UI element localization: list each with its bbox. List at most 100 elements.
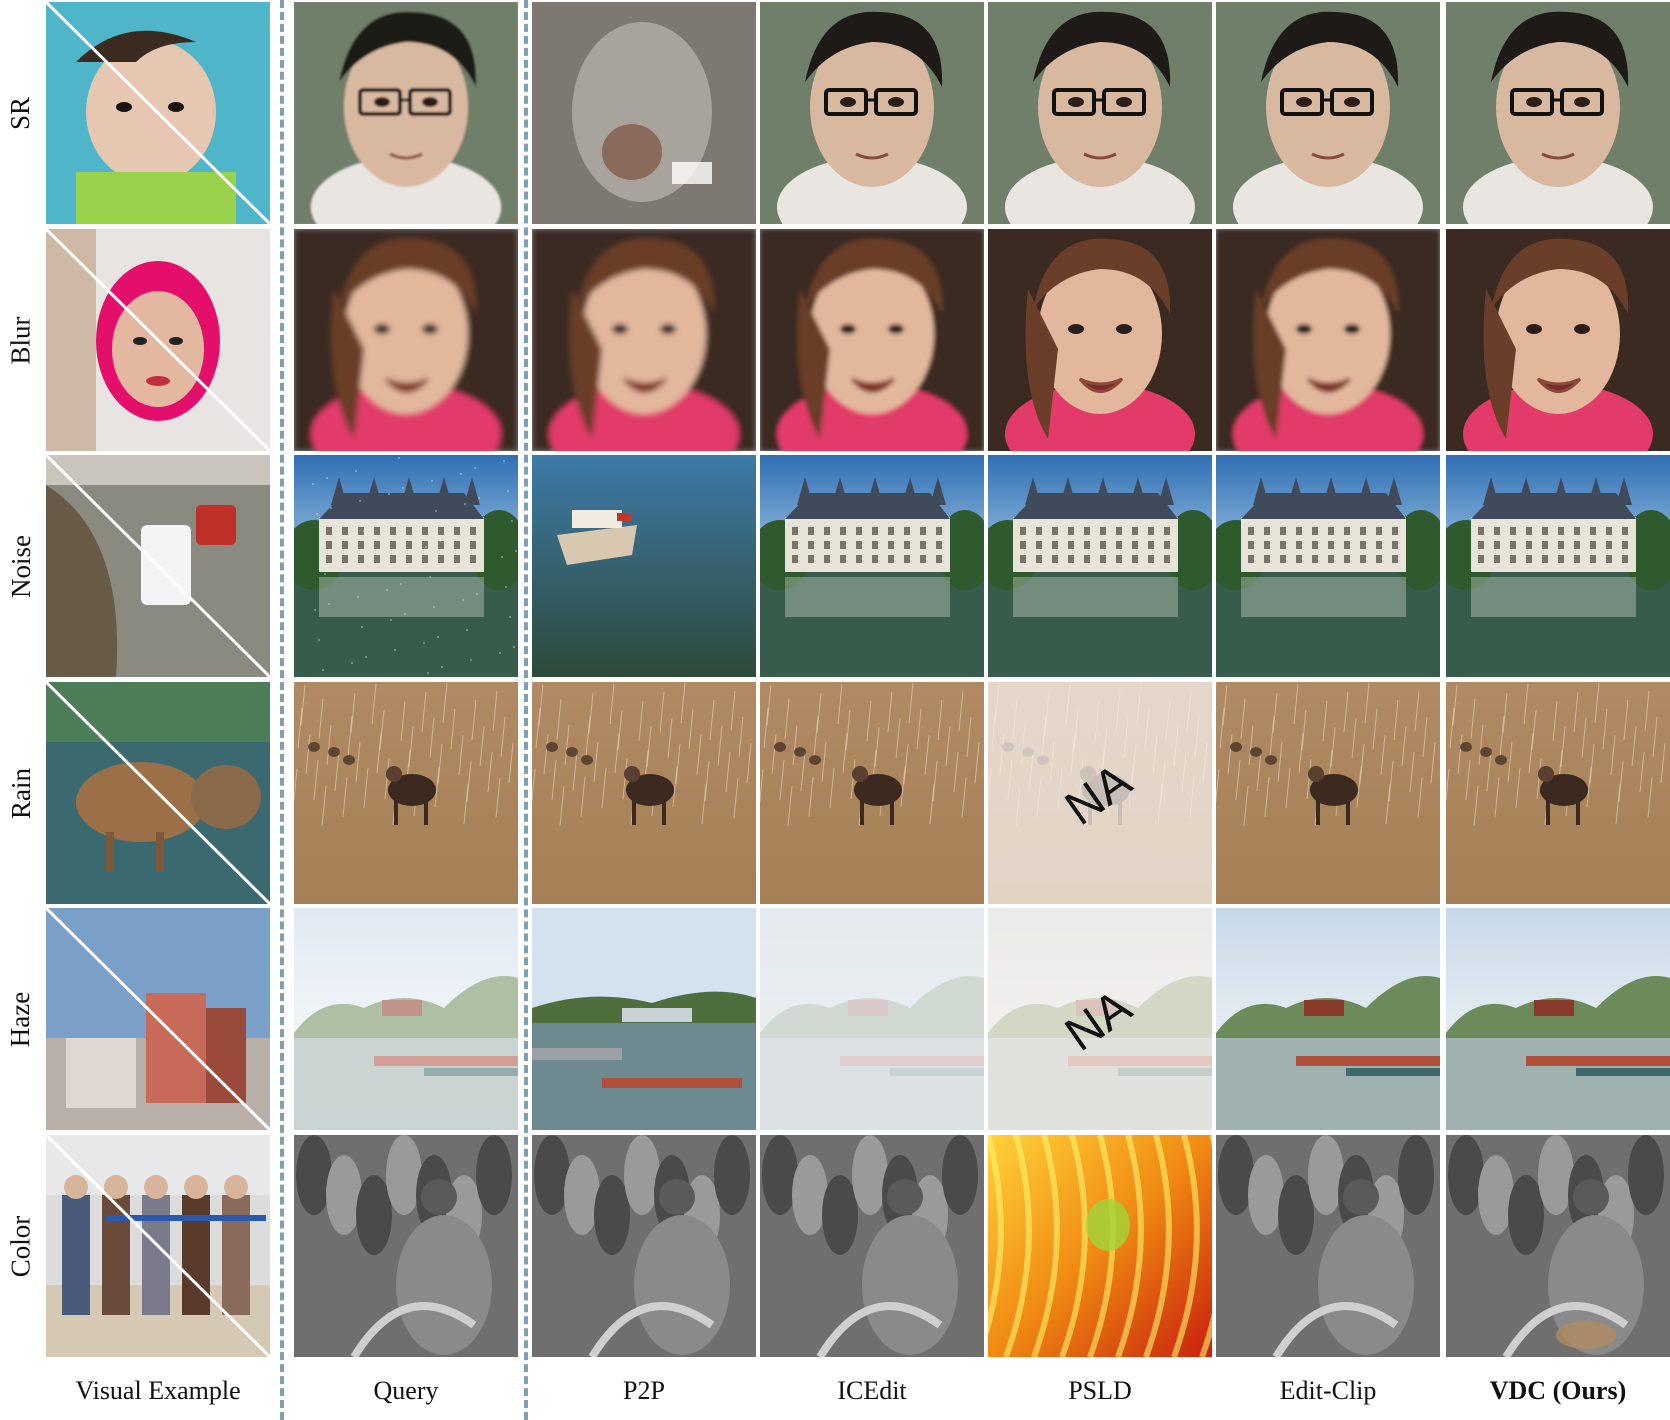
divider-left [280,0,284,1420]
image-sr-vdc-ours [1446,2,1670,224]
column-label-psld: PSLD [1068,1376,1132,1405]
image-color-query [294,1135,518,1357]
image-rain-icedit [760,682,984,904]
row-label-haze: Haze [0,908,42,1130]
row-label-text: Blur [5,315,36,365]
comparison-figure: SR Blur Noise Rain NA Haze NA Color Visual Examp… [0,0,1670,1420]
row-label-text: Color [5,1215,36,1277]
image-sr-query [294,2,518,224]
image-haze-icedit [760,908,984,1130]
image-noise-visual-example [46,455,270,677]
image-content [46,2,270,224]
column-label-icedit: ICEdit [837,1376,907,1405]
image-noise-p2p [532,455,756,677]
image-noise-query [294,455,518,677]
row-label-text: Haze [5,991,36,1047]
image-content [294,1135,518,1357]
image-content [760,229,984,451]
image-haze-visual-example [46,908,270,1130]
column-label-query: Query [373,1376,439,1405]
image-rain-query [294,682,518,904]
image-content [988,2,1212,224]
image-content [532,682,756,904]
image-content [1446,908,1670,1130]
image-blur-p2p [532,229,756,451]
image-haze-psld: NA [988,908,1212,1130]
image-content [294,908,518,1130]
image-haze-vdc-ours [1446,908,1670,1130]
image-color-visual-example [46,1135,270,1357]
image-content [1216,229,1440,451]
image-noise-edit-clip [1216,455,1440,677]
image-content [1216,1135,1440,1357]
image-rain-visual-example [46,682,270,904]
image-content [294,455,518,677]
image-content [532,229,756,451]
row-label-sr: SR [0,2,42,224]
column-label-p2p: P2P [623,1376,665,1405]
image-blur-vdc-ours [1446,229,1670,451]
image-content [1446,229,1670,451]
image-blur-query [294,229,518,451]
image-content [988,1135,1212,1357]
row-label-color: Color [0,1135,42,1357]
image-sr-p2p [532,2,756,224]
image-content [1446,455,1670,677]
row-label-text: SR [5,96,36,130]
row-label-rain: Rain [0,682,42,904]
image-sr-icedit [760,2,984,224]
image-content [988,229,1212,451]
image-content: NA [988,682,1212,904]
image-content [1216,682,1440,904]
image-content [46,455,270,677]
image-noise-psld [988,455,1212,677]
image-haze-edit-clip [1216,908,1440,1130]
image-blur-edit-clip [1216,229,1440,451]
image-haze-p2p [532,908,756,1130]
image-content [46,229,270,451]
image-content [760,455,984,677]
image-content [760,908,984,1130]
image-haze-query [294,908,518,1130]
image-content [532,908,756,1130]
image-content [294,682,518,904]
row-label-blur: Blur [0,229,42,451]
image-content [1446,682,1670,904]
column-label-edit-clip: Edit-Clip [1279,1376,1377,1405]
divider-right [524,0,528,1420]
image-content [760,1135,984,1357]
image-noise-vdc-ours [1446,455,1670,677]
image-sr-visual-example [46,2,270,224]
image-rain-p2p [532,682,756,904]
image-content [1216,2,1440,224]
image-color-icedit [760,1135,984,1357]
image-content [1446,1135,1670,1357]
column-label-vdc-ours: VDC (Ours) [1489,1376,1627,1405]
image-content [988,455,1212,677]
image-content [532,455,756,677]
row-label-noise: Noise [0,455,42,677]
image-color-vdc-ours [1446,1135,1670,1357]
row-label-text: Noise [5,534,36,598]
image-content [46,682,270,904]
image-color-p2p [532,1135,756,1357]
image-content [294,2,518,224]
image-blur-psld [988,229,1212,451]
image-color-psld [988,1135,1212,1357]
image-sr-psld [988,2,1212,224]
column-label-visual-example: Visual Example [75,1376,241,1405]
image-content [46,908,270,1130]
image-blur-visual-example [46,229,270,451]
image-content [532,2,756,224]
image-content: NA [988,908,1212,1130]
image-color-edit-clip [1216,1135,1440,1357]
row-label-text: Rain [5,767,36,819]
image-content [46,1135,270,1357]
image-rain-edit-clip [1216,682,1440,904]
image-content [760,2,984,224]
image-content [1446,2,1670,224]
image-content [1216,908,1440,1130]
image-content [760,682,984,904]
image-blur-icedit [760,229,984,451]
image-content [532,1135,756,1357]
